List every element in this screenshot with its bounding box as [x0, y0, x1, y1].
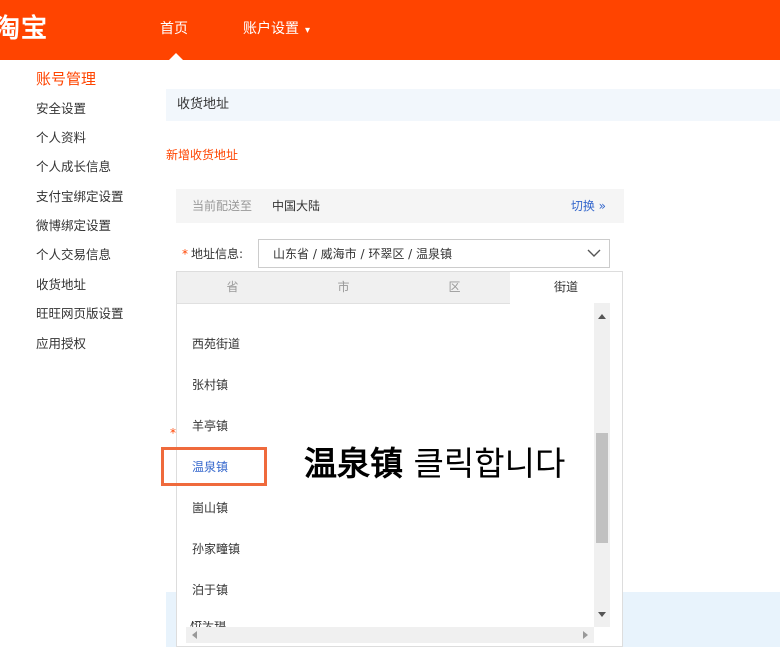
- option-boyu[interactable]: 泊于镇: [192, 582, 228, 598]
- tab-district[interactable]: 区: [399, 272, 510, 303]
- option-sunjiatuan[interactable]: 孙家疃镇: [192, 541, 240, 557]
- delivery-region-box: 当前配送至 中国大陆 切换 »: [176, 189, 624, 223]
- address-value: 山东省 / 威海市 / 环翠区 / 温泉镇: [273, 247, 453, 261]
- sidebar-item-profile[interactable]: 个人资料: [36, 130, 86, 146]
- tab-street[interactable]: 街道: [510, 272, 622, 304]
- nav-account-settings[interactable]: 账户设置 ▾: [243, 20, 310, 40]
- scroll-right-icon[interactable]: [583, 631, 588, 639]
- required-mark: *: [182, 247, 188, 261]
- add-address-link[interactable]: 新增收货地址: [166, 147, 238, 163]
- address-label: 地址信息:: [191, 247, 244, 261]
- delivery-label: 当前配送至: [192, 199, 253, 213]
- chevron-down-icon: ▾: [305, 25, 311, 36]
- sidebar-item-growth[interactable]: 个人成长信息: [36, 159, 111, 175]
- instruction-text: 温泉镇 클릭합니다: [304, 440, 565, 488]
- sidebar-item-app-auth[interactable]: 应用授权: [36, 336, 86, 352]
- taobao-logo[interactable]: 淘宝: [0, 12, 48, 46]
- switch-region-link[interactable]: 切换 »: [571, 198, 606, 214]
- region-tabs: 省 市 区 街道: [177, 272, 622, 304]
- option-gushan[interactable]: 崮山镇: [192, 500, 228, 516]
- dropdown-horizontal-scrollbar[interactable]: [186, 627, 594, 643]
- active-nav-pointer: [169, 53, 183, 60]
- top-bar: 淘宝 首页 账户设置 ▾: [0, 0, 780, 60]
- tab-province[interactable]: 省: [177, 272, 288, 303]
- sidebar-item-security[interactable]: 安全设置: [36, 101, 86, 117]
- sidebar-item-wangwang[interactable]: 旺旺网页版设置: [36, 306, 124, 322]
- sidebar-item-shipping-address[interactable]: 收货地址: [36, 277, 86, 293]
- option-yangting[interactable]: 羊亭镇: [192, 418, 228, 434]
- click-target-highlight: [161, 447, 267, 486]
- scrollbar-thumb[interactable]: [596, 433, 608, 543]
- scroll-up-icon[interactable]: [598, 314, 606, 319]
- section-header: 收货地址: [166, 89, 780, 121]
- sidebar-item-trade-info[interactable]: 个人交易信息: [36, 247, 111, 263]
- section-title: 收货地址: [177, 97, 230, 112]
- scroll-down-icon[interactable]: [598, 612, 606, 617]
- instruction-target: 温泉镇: [304, 444, 403, 483]
- sidebar-item-weibo[interactable]: 微博绑定设置: [36, 218, 111, 234]
- nav-home[interactable]: 首页: [160, 20, 188, 38]
- tab-city[interactable]: 市: [288, 272, 399, 303]
- delivery-value: 中国大陆: [272, 199, 321, 213]
- sidebar-title[interactable]: 账号管理: [36, 69, 96, 89]
- address-select[interactable]: 山东省 / 威海市 / 环翠区 / 温泉镇: [258, 239, 610, 268]
- nav-account-settings-label: 账户设置: [243, 21, 299, 37]
- instruction-action: 클릭합니다: [413, 444, 566, 483]
- scroll-left-icon[interactable]: [192, 631, 197, 639]
- option-zhangcun[interactable]: 张村镇: [192, 377, 228, 393]
- chevron-down-icon: [587, 249, 601, 257]
- sidebar-item-alipay[interactable]: 支付宝绑定设置: [36, 189, 124, 205]
- option-xiyuan[interactable]: 西苑街道: [192, 336, 240, 352]
- dropdown-vertical-scrollbar[interactable]: [594, 303, 610, 627]
